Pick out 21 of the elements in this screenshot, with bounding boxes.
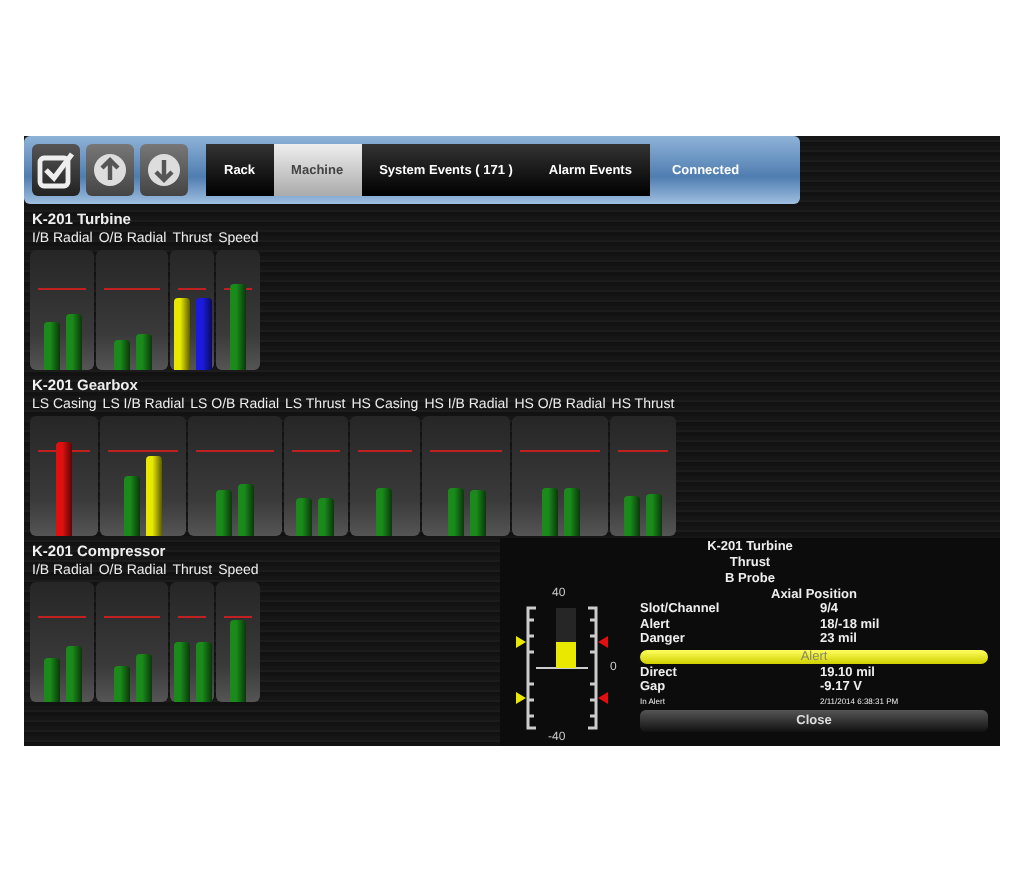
bar-graph-tile[interactable]	[100, 416, 187, 536]
scroll-up-button[interactable]	[86, 144, 134, 196]
bar-graph-tile[interactable]	[422, 416, 511, 536]
bar-graph-tile[interactable]	[283, 416, 348, 536]
select-button[interactable]	[32, 144, 80, 196]
bar-graph-tile[interactable]	[609, 416, 677, 536]
bar-graph-tile[interactable]	[96, 250, 169, 370]
scroll-down-button[interactable]	[140, 144, 188, 196]
bar-graph-tile[interactable]	[30, 250, 95, 370]
bar-graph-tile[interactable]	[96, 582, 169, 702]
bar-graph-tile[interactable]	[170, 582, 215, 702]
bar-graph-tile[interactable]	[349, 416, 421, 536]
bar-graph-tile[interactable]	[30, 582, 95, 702]
bar-graph-tile[interactable]	[30, 416, 99, 536]
bar-graph-tile[interactable]	[512, 416, 608, 536]
bar-graph-tile[interactable]	[216, 250, 261, 370]
checkbox-icon	[36, 150, 76, 190]
bar-graph-tile[interactable]	[188, 416, 282, 536]
scale-gauge-drawing	[516, 604, 608, 732]
bar-graph-tile[interactable]	[216, 582, 261, 702]
bar-graph-tile[interactable]	[170, 250, 215, 370]
